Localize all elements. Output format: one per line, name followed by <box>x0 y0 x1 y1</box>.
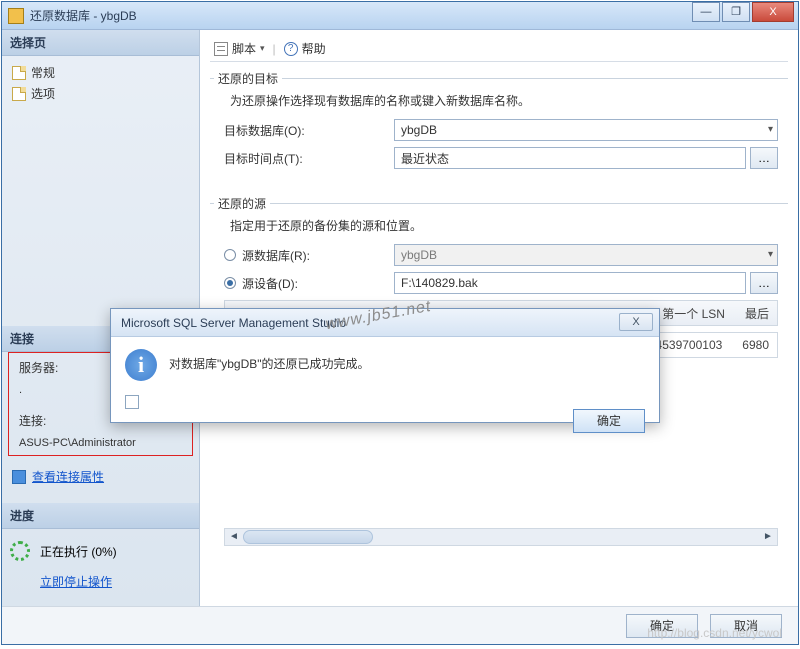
from-database-radio[interactable] <box>224 249 236 261</box>
from-device-label: 源设备(D): <box>242 275 298 292</box>
from-device-browse-button[interactable]: … <box>750 272 778 294</box>
dialog-footer: 确定 取消 <box>2 606 798 644</box>
progress-spinner-icon <box>10 541 30 561</box>
close-button[interactable]: X <box>752 2 794 22</box>
progress-text: 正在执行 (0%) <box>40 543 117 560</box>
destination-legend: 还原的目标 <box>214 70 282 87</box>
page-general[interactable]: 常规 <box>6 62 195 83</box>
toolbar: 脚本 ▾ | ? 帮助 <box>210 36 788 62</box>
view-connection-properties-link[interactable]: 查看连接属性 <box>32 468 104 485</box>
page-icon <box>12 66 26 80</box>
connection-value: ASUS-PC\Administrator <box>9 433 192 453</box>
source-legend: 还原的源 <box>214 195 270 212</box>
from-device-radio[interactable] <box>224 277 236 289</box>
server-label: 服务器: <box>19 361 58 375</box>
target-time-field[interactable]: 最近状态 <box>394 147 746 169</box>
ok-button[interactable]: 确定 <box>626 614 698 638</box>
scroll-left-arrow-icon[interactable]: ◄ <box>226 529 242 545</box>
script-button[interactable]: 脚本 ▾ <box>214 40 265 57</box>
from-database-combo: ybgDB ▾ <box>394 244 778 266</box>
connection-props-icon <box>12 470 26 484</box>
titlebar[interactable]: 还原数据库 - ybgDB — ❐ X <box>2 2 798 30</box>
target-time-value: 最近状态 <box>401 150 449 167</box>
help-button[interactable]: ? 帮助 <box>284 40 326 57</box>
chevron-down-icon: ▾ <box>260 43 265 54</box>
target-time-browse-button[interactable]: … <box>750 147 778 169</box>
info-icon: i <box>125 349 157 381</box>
target-db-value: ybgDB <box>401 123 437 137</box>
from-device-field[interactable]: F:\140829.bak <box>394 272 746 294</box>
target-time-label: 目标时间点(T): <box>224 150 394 167</box>
message-box-title: Microsoft SQL Server Management Studio <box>121 316 346 330</box>
page-general-label: 常规 <box>31 64 55 81</box>
cancel-button[interactable]: 取消 <box>710 614 782 638</box>
script-label: 脚本 <box>232 40 256 57</box>
from-database-value: ybgDB <box>401 248 437 262</box>
from-database-label: 源数据库(R): <box>242 247 310 264</box>
scroll-thumb[interactable] <box>243 530 373 544</box>
grid-horizontal-scrollbar[interactable]: ◄ ► <box>224 528 778 546</box>
help-label: 帮助 <box>302 40 326 57</box>
maximize-button[interactable]: ❐ <box>722 2 750 22</box>
progress-header: 进度 <box>2 503 199 529</box>
minimize-button[interactable]: — <box>692 2 720 22</box>
target-db-combo[interactable]: ybgDB ▾ <box>394 119 778 141</box>
target-db-label: 目标数据库(O): <box>224 122 394 139</box>
chevron-down-icon: ▾ <box>768 249 773 260</box>
scroll-right-arrow-icon[interactable]: ► <box>760 529 776 545</box>
from-device-value: F:\140829.bak <box>401 276 478 290</box>
col-first-lsn: 第一个 LSN <box>662 305 725 322</box>
message-box-ok-button[interactable]: 确定 <box>573 409 645 433</box>
source-hint: 指定用于还原的备份集的源和位置。 <box>230 217 778 234</box>
page-icon <box>12 87 26 101</box>
stop-action-link[interactable]: 立即停止操作 <box>40 575 112 589</box>
message-box-titlebar[interactable]: Microsoft SQL Server Management Studio <box>111 309 659 337</box>
window-title: 还原数据库 - ybgDB <box>30 7 137 24</box>
select-page-header: 选择页 <box>2 30 199 56</box>
col-last: 最后 <box>745 305 769 322</box>
help-icon: ? <box>284 42 298 56</box>
message-box: Microsoft SQL Server Management Studio X… <box>110 308 660 423</box>
script-icon <box>214 42 228 56</box>
page-options[interactable]: 选项 <box>6 83 195 104</box>
val-last: 6980 <box>742 338 769 352</box>
destination-hint: 为还原操作选择现有数据库的名称或键入新数据库名称。 <box>230 92 778 109</box>
destination-group: 还原的目标 为还原操作选择现有数据库的名称或键入新数据库名称。 目标数据库(O)… <box>210 70 788 183</box>
copy-icon[interactable] <box>125 395 139 409</box>
message-box-text: 对数据库"ybgDB"的还原已成功完成。 <box>169 349 370 372</box>
message-box-close-button[interactable]: X <box>619 313 653 331</box>
app-icon <box>8 8 24 24</box>
chevron-down-icon: ▾ <box>768 124 773 135</box>
page-options-label: 选项 <box>31 85 55 102</box>
connection-label: 连接: <box>19 414 46 428</box>
